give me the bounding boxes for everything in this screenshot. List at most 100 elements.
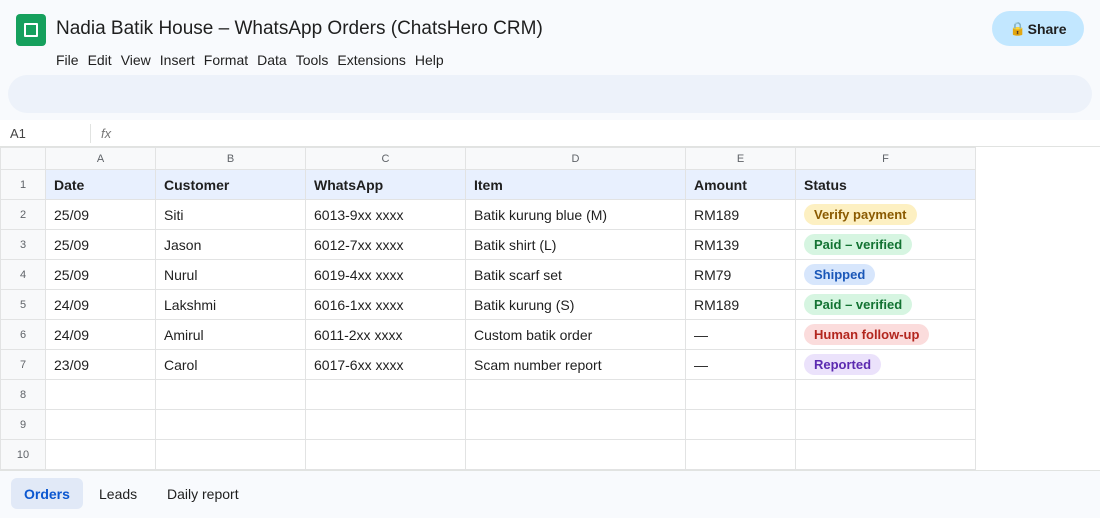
select-all-corner[interactable] [0,147,46,170]
cell-whatsapp[interactable]: 6017-6xx xxxx [305,349,466,380]
column-header-e[interactable]: E [685,147,796,170]
empty-cell[interactable] [45,379,156,410]
cell-item[interactable]: Batik scarf set [465,259,686,290]
menu-help[interactable]: Help [415,52,444,68]
cell-status[interactable]: Human follow-up [795,319,976,350]
cell-status[interactable]: Paid – verified [795,229,976,260]
empty-cell[interactable] [685,409,796,440]
cell-whatsapp[interactable]: 6019-4xx xxxx [305,259,466,290]
spreadsheet-app: Nadia Batik House – WhatsApp Orders (Cha… [0,0,1100,518]
table-row: 2 25/09 Siti 6013-9xx xxxx Batik kurung blue… [0,199,976,230]
cell-amount[interactable]: RM79 [685,259,796,290]
cell-item[interactable]: Batik kurung blue (M) [465,199,686,230]
cell-item[interactable]: Batik shirt (L) [465,229,686,260]
row-number[interactable]: 9 [0,409,46,440]
document-title[interactable]: Nadia Batik House – WhatsApp Orders (Cha… [56,18,543,40]
row-number[interactable]: 2 [0,199,46,230]
cell-amount[interactable]: RM139 [685,229,796,260]
cell-item[interactable]: Custom batik order [465,319,686,350]
cell-date[interactable]: 25/09 [45,229,156,260]
sheet-tab-leads[interactable]: Leads [86,478,150,509]
cell-whatsapp[interactable]: 6016-1xx xxxx [305,289,466,320]
cell-customer[interactable]: Carol [155,349,306,380]
cell-status[interactable]: Shipped [795,259,976,290]
empty-cell[interactable] [155,439,306,470]
cell-date[interactable]: 25/09 [45,259,156,290]
cell-item[interactable]: Scam number report [465,349,686,380]
cell-date[interactable]: 24/09 [45,289,156,320]
column-header-c[interactable]: C [305,147,466,170]
empty-cell[interactable] [685,439,796,470]
header-cell-item[interactable]: Item [465,169,686,200]
column-header-d[interactable]: D [465,147,686,170]
menu-format[interactable]: Format [204,52,248,68]
cell-whatsapp[interactable]: 6012-7xx xxxx [305,229,466,260]
header-cell-amount[interactable]: Amount [685,169,796,200]
menu-extensions[interactable]: Extensions [337,52,405,68]
header-cell-date[interactable]: Date [45,169,156,200]
menu-tools[interactable]: Tools [296,52,329,68]
empty-cell[interactable] [465,439,686,470]
empty-row: 9 [0,409,976,440]
row-number[interactable]: 3 [0,229,46,260]
formula-divider [90,124,91,143]
empty-cell[interactable] [155,379,306,410]
cell-date[interactable]: 25/09 [45,199,156,230]
empty-cell[interactable] [305,409,466,440]
row-number[interactable]: 10 [0,439,46,470]
cell-status[interactable]: Verify payment [795,199,976,230]
cell-amount[interactable]: — [685,349,796,380]
column-header-f[interactable]: F [795,147,976,170]
empty-cell[interactable] [465,409,686,440]
cell-customer[interactable]: Amirul [155,319,306,350]
cell-item[interactable]: Batik kurung (S) [465,289,686,320]
table-row: 7 23/09 Carol 6017-6xx xxxx Scam number repo… [0,349,976,380]
cell-whatsapp[interactable]: 6013-9xx xxxx [305,199,466,230]
empty-cell[interactable] [305,379,466,410]
name-box[interactable]: A1 [10,126,26,141]
row-number[interactable]: 5 [0,289,46,320]
cell-date[interactable]: 24/09 [45,319,156,350]
empty-row: 8 [0,379,976,410]
empty-cell[interactable] [305,439,466,470]
menu-edit[interactable]: Edit [88,52,112,68]
header-cell-customer[interactable]: Customer [155,169,306,200]
row-number[interactable]: 4 [0,259,46,290]
row-number[interactable]: 6 [0,319,46,350]
share-button[interactable]: 🔒 Share [992,11,1084,46]
empty-cell[interactable] [685,379,796,410]
sheets-logo-icon[interactable] [16,14,46,46]
header-cell-whatsapp[interactable]: WhatsApp [305,169,466,200]
menu-file[interactable]: File [56,52,79,68]
row-number[interactable]: 8 [0,379,46,410]
empty-cell[interactable] [155,409,306,440]
sheet-tab-daily-report[interactable]: Daily report [154,478,252,509]
status-badge: Shipped [804,264,876,285]
empty-cell[interactable] [795,439,976,470]
empty-cell[interactable] [45,409,156,440]
cell-whatsapp[interactable]: 6011-2xx xxxx [305,319,466,350]
menu-insert[interactable]: Insert [160,52,195,68]
sheet-tab-orders[interactable]: Orders [11,478,83,509]
column-header-a[interactable]: A [45,147,156,170]
header-cell-status[interactable]: Status [795,169,976,200]
cell-amount[interactable]: — [685,319,796,350]
cell-status[interactable]: Reported [795,349,976,380]
menu-view[interactable]: View [121,52,151,68]
cell-customer[interactable]: Jason [155,229,306,260]
empty-cell[interactable] [45,439,156,470]
cell-customer[interactable]: Siti [155,199,306,230]
cell-customer[interactable]: Nurul [155,259,306,290]
empty-cell[interactable] [795,409,976,440]
menu-data[interactable]: Data [257,52,287,68]
cell-amount[interactable]: RM189 [685,289,796,320]
cell-date[interactable]: 23/09 [45,349,156,380]
row-number[interactable]: 1 [0,169,46,200]
cell-customer[interactable]: Lakshmi [155,289,306,320]
column-header-b[interactable]: B [155,147,306,170]
empty-cell[interactable] [795,379,976,410]
row-number[interactable]: 7 [0,349,46,380]
empty-cell[interactable] [465,379,686,410]
cell-status[interactable]: Paid – verified [795,289,976,320]
cell-amount[interactable]: RM189 [685,199,796,230]
